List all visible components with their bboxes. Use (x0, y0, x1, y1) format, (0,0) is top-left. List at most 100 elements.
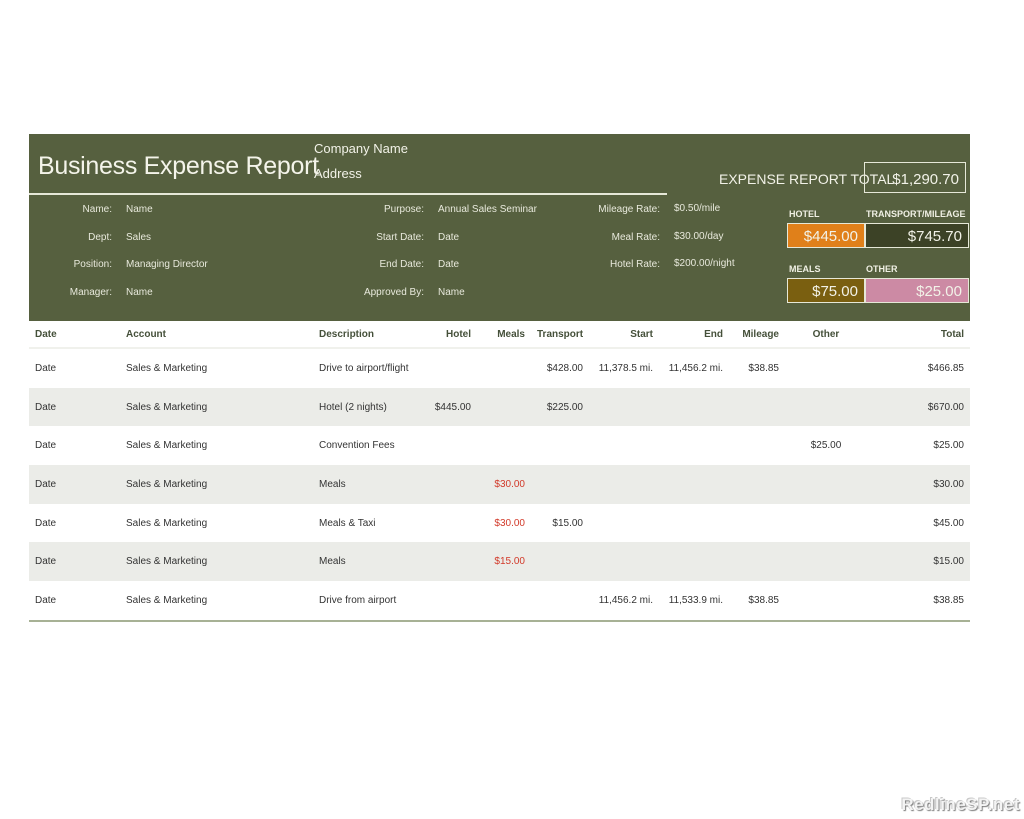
cell-transport[interactable]: $225.00 (531, 387, 589, 427)
cell-description[interactable]: Meals (313, 465, 425, 504)
cell-start[interactable]: 11,456.2 mi. (589, 581, 659, 620)
cell-mileage[interactable]: $38.85 (729, 581, 785, 620)
cell-end[interactable] (659, 387, 729, 427)
name-value[interactable]: Name (126, 204, 153, 215)
purpose-value[interactable]: Annual Sales Seminar (438, 204, 537, 215)
cell-transport[interactable]: $15.00 (531, 504, 589, 543)
cell-meals[interactable]: $30.00 (477, 465, 531, 504)
meal-rate-value[interactable]: $30.00/day (674, 231, 724, 242)
cell-account[interactable]: Sales & Marketing (120, 465, 313, 504)
cell-hotel[interactable] (425, 581, 477, 620)
cell-total[interactable]: $466.85 (867, 348, 970, 388)
cell-mileage[interactable] (729, 426, 785, 465)
cell-start[interactable]: 11,378.5 mi. (589, 348, 659, 388)
cell-start[interactable] (589, 542, 659, 582)
column-header-total[interactable]: Total (867, 321, 970, 349)
cell-total[interactable]: $670.00 (867, 387, 970, 427)
cell-other[interactable] (785, 581, 867, 620)
cell-start[interactable] (589, 387, 659, 427)
cell-other[interactable] (785, 387, 867, 427)
cell-mileage[interactable] (729, 387, 785, 427)
column-header-description[interactable]: Description (313, 321, 425, 349)
approved-by-value[interactable]: Name (438, 287, 465, 298)
cell-end[interactable] (659, 504, 729, 543)
cell-other[interactable] (785, 465, 867, 504)
column-header-mileage[interactable]: Mileage (729, 321, 785, 349)
cell-date[interactable]: Date (29, 465, 120, 504)
cell-description[interactable]: Drive to airport/flight (313, 348, 425, 388)
cell-transport[interactable] (531, 426, 589, 465)
cell-total[interactable]: $15.00 (867, 542, 970, 582)
cell-account[interactable]: Sales & Marketing (120, 504, 313, 543)
cell-meals[interactable] (477, 387, 531, 427)
cell-meals[interactable] (477, 348, 531, 388)
cell-date[interactable]: Date (29, 542, 120, 582)
cell-total[interactable]: $25.00 (867, 426, 970, 465)
cell-meals[interactable]: $15.00 (477, 542, 531, 582)
cell-end[interactable]: 11,533.9 mi. (659, 581, 729, 620)
cell-date[interactable]: Date (29, 348, 120, 388)
cell-account[interactable]: Sales & Marketing (120, 542, 313, 582)
company-name[interactable]: Company Name (314, 141, 408, 156)
company-address[interactable]: Address (314, 166, 362, 181)
cell-date[interactable]: Date (29, 581, 120, 620)
column-header-hotel[interactable]: Hotel (425, 321, 477, 349)
cell-description[interactable]: Meals & Taxi (313, 504, 425, 543)
cell-hotel[interactable] (425, 348, 477, 388)
cell-date[interactable]: Date (29, 387, 120, 427)
column-header-other[interactable]: Other (785, 321, 867, 349)
hotel-rate-value[interactable]: $200.00/night (674, 258, 735, 269)
cell-account[interactable]: Sales & Marketing (120, 348, 313, 388)
cell-end[interactable] (659, 465, 729, 504)
cell-meals[interactable] (477, 426, 531, 465)
cell-hotel[interactable] (425, 465, 477, 504)
cell-description[interactable]: Convention Fees (313, 426, 425, 465)
cell-other[interactable]: $25.00 (785, 426, 867, 465)
column-header-start[interactable]: Start (589, 321, 659, 349)
cell-transport[interactable] (531, 465, 589, 504)
cell-transport[interactable]: $428.00 (531, 348, 589, 388)
cell-description[interactable]: Hotel (2 nights) (313, 387, 425, 427)
cell-date[interactable]: Date (29, 504, 120, 543)
cell-account[interactable]: Sales & Marketing (120, 581, 313, 620)
position-value[interactable]: Managing Director (126, 259, 208, 270)
start-date-value[interactable]: Date (438, 232, 459, 243)
column-header-date[interactable]: Date (29, 321, 120, 349)
cell-meals[interactable]: $30.00 (477, 504, 531, 543)
cell-start[interactable] (589, 504, 659, 543)
cell-transport[interactable] (531, 542, 589, 582)
cell-account[interactable]: Sales & Marketing (120, 426, 313, 465)
cell-other[interactable] (785, 504, 867, 543)
cell-end[interactable] (659, 542, 729, 582)
cell-mileage[interactable] (729, 542, 785, 582)
manager-value[interactable]: Name (126, 287, 153, 298)
cell-end[interactable] (659, 426, 729, 465)
column-header-transport[interactable]: Transport (531, 321, 589, 349)
cell-description[interactable]: Meals (313, 542, 425, 582)
cell-total[interactable]: $45.00 (867, 504, 970, 543)
cell-date[interactable]: Date (29, 426, 120, 465)
column-header-end[interactable]: End (659, 321, 729, 349)
cell-start[interactable] (589, 426, 659, 465)
cell-other[interactable] (785, 348, 867, 388)
cell-mileage[interactable]: $38.85 (729, 348, 785, 388)
cell-total[interactable]: $30.00 (867, 465, 970, 504)
cell-description[interactable]: Drive from airport (313, 581, 425, 620)
dept-value[interactable]: Sales (126, 232, 151, 243)
expense-total-value[interactable]: $1,290.70 (864, 162, 966, 193)
cell-hotel[interactable] (425, 426, 477, 465)
column-header-meals[interactable]: Meals (477, 321, 531, 349)
cell-meals[interactable] (477, 581, 531, 620)
cell-other[interactable] (785, 542, 867, 582)
cell-mileage[interactable] (729, 504, 785, 543)
cell-hotel[interactable]: $445.00 (425, 387, 477, 427)
cell-account[interactable]: Sales & Marketing (120, 387, 313, 427)
end-date-value[interactable]: Date (438, 259, 459, 270)
cell-total[interactable]: $38.85 (867, 581, 970, 620)
mileage-rate-value[interactable]: $0.50/mile (674, 203, 720, 214)
cell-end[interactable]: 11,456.2 mi. (659, 348, 729, 388)
cell-mileage[interactable] (729, 465, 785, 504)
cell-hotel[interactable] (425, 542, 477, 582)
cell-transport[interactable] (531, 581, 589, 620)
column-header-account[interactable]: Account (120, 321, 313, 349)
